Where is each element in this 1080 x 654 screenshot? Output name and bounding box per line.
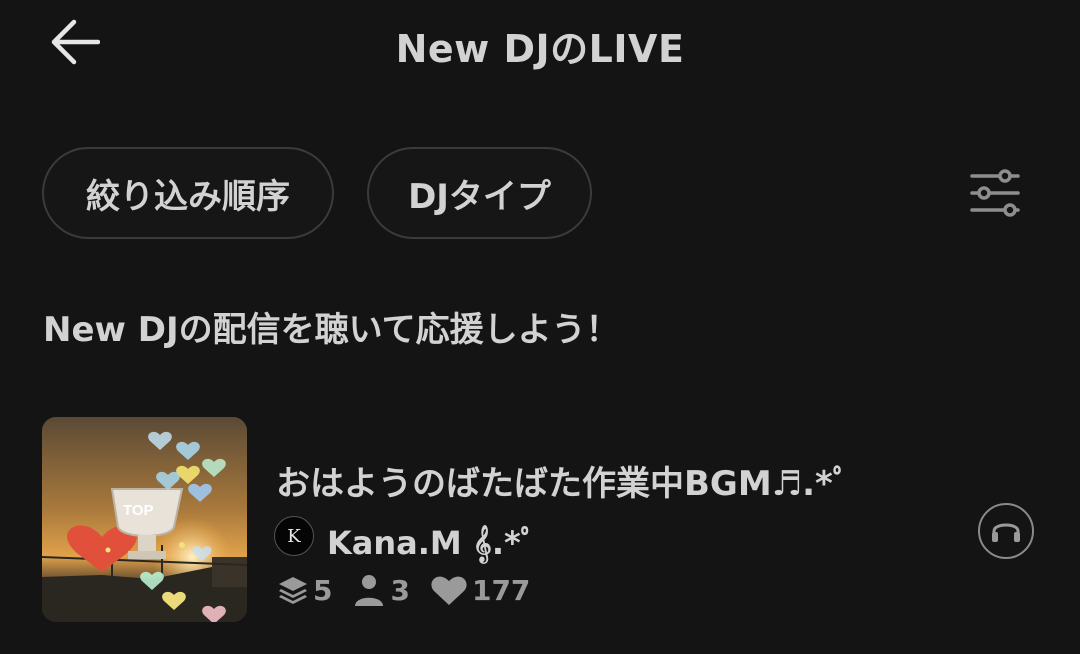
likes-stat: 177 bbox=[430, 573, 530, 607]
live-list-item[interactable]: TOP おはようのばたばた作業中BGM♬.*ﾟ K Kana.M � bbox=[0, 410, 1080, 630]
live-title: おはようのばたばた作業中BGM♬.*ﾟ bbox=[276, 464, 850, 504]
listen-button[interactable] bbox=[978, 503, 1034, 559]
layers-count: 5 bbox=[313, 573, 333, 607]
layers-icon bbox=[279, 577, 307, 604]
heart-icon bbox=[431, 576, 467, 605]
live-stats: 5 3 177 bbox=[277, 572, 550, 608]
layers-stat: 5 bbox=[277, 574, 332, 607]
sliders-icon bbox=[970, 169, 1020, 217]
listeners-stat: 3 bbox=[352, 573, 410, 607]
live-thumbnail: TOP bbox=[42, 417, 247, 622]
header: New DJのLIVE bbox=[0, 0, 1080, 90]
headphones-icon bbox=[992, 523, 1020, 542]
filter-settings-button[interactable] bbox=[962, 164, 1028, 224]
likes-count: 177 bbox=[471, 573, 531, 607]
page-title: New DJのLIVE bbox=[395, 27, 685, 71]
section-subtitle: New DJの配信を聴いて応援しよう！ bbox=[43, 310, 620, 350]
dj-name[interactable]: Kana.M 𝄞.*ﾟ bbox=[327, 518, 537, 564]
dj-avatar[interactable]: K bbox=[274, 516, 314, 556]
person-icon bbox=[355, 575, 384, 606]
listeners-count: 3 bbox=[390, 573, 410, 607]
sort-order-chip[interactable]: 絞り込み順序 bbox=[42, 147, 334, 239]
thumbnail-badge: TOP bbox=[123, 502, 154, 519]
dj-type-chip[interactable]: DJタイプ bbox=[367, 147, 592, 239]
